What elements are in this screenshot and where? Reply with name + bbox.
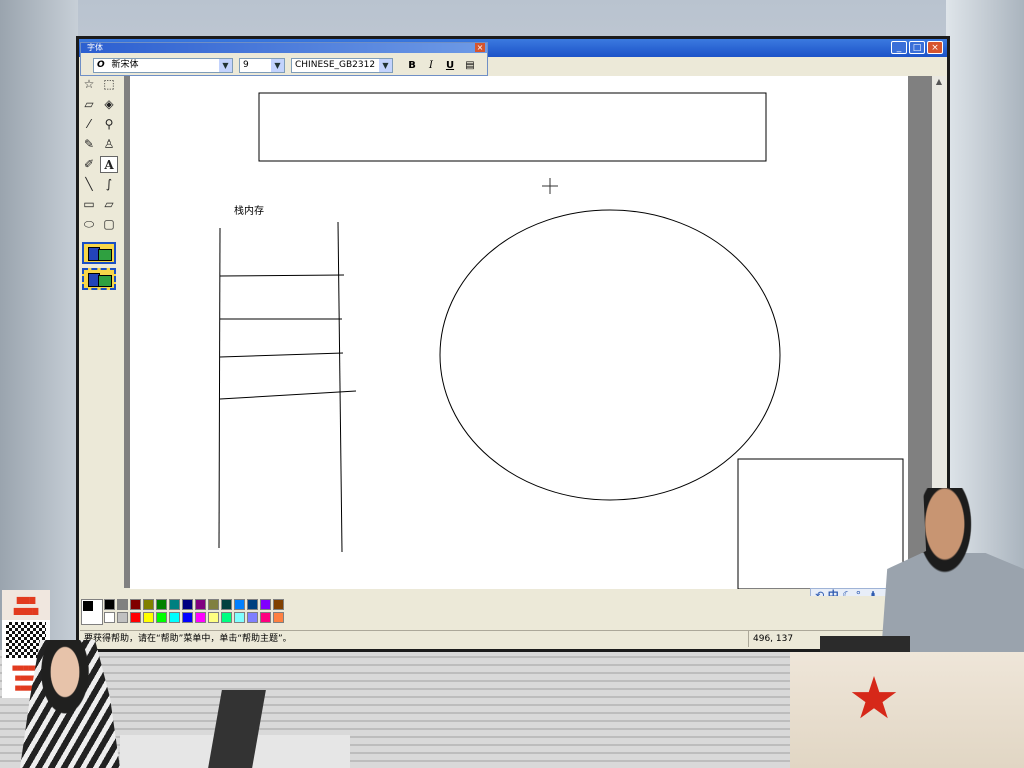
drawn-rectangle-bottom (737, 458, 904, 589)
vertical-text-icon[interactable]: ▤ (463, 59, 477, 72)
option-shape-icon (98, 275, 112, 287)
close-button[interactable]: × (927, 41, 943, 54)
brush-icon[interactable]: ♙ (100, 136, 118, 153)
charset-select[interactable]: CHINESE_GB2312 ▼ (291, 58, 393, 73)
opaque-background-option[interactable] (82, 242, 116, 264)
status-help-text: 要获得帮助，请在“帮助”菜单中，单击“帮助主题”。 (84, 634, 292, 644)
font-toolbar-close-button[interactable]: × (475, 43, 485, 52)
status-bar: 要获得帮助，请在“帮助”菜单中，单击“帮助主题”。 496, 137 (80, 630, 946, 647)
palette-swatch[interactable] (182, 599, 193, 610)
stack-divider (219, 274, 345, 277)
ellipse-icon[interactable]: ⬭ (80, 216, 98, 233)
palette-swatch[interactable] (221, 599, 232, 610)
font-size-value: 9 (243, 60, 249, 70)
palette-swatch[interactable] (130, 612, 141, 623)
foreground-color (83, 601, 93, 611)
palette-swatch[interactable] (260, 599, 271, 610)
palette-swatch[interactable] (104, 612, 115, 623)
chevron-down-icon: ▼ (379, 59, 392, 72)
curve-icon[interactable]: ∫ (100, 176, 118, 193)
palette-swatch[interactable] (273, 612, 284, 623)
rectangle-icon[interactable]: ▭ (80, 196, 98, 213)
drawing-canvas[interactable]: 栈内存 (130, 76, 908, 589)
palette-swatch[interactable] (156, 599, 167, 610)
palette-swatch[interactable] (195, 599, 206, 610)
chevron-down-icon: ▼ (219, 59, 232, 72)
palette-swatch[interactable] (208, 599, 219, 610)
palette-swatch[interactable] (169, 612, 180, 623)
eraser-icon[interactable]: ▱ (80, 96, 98, 113)
palette-swatch[interactable] (208, 612, 219, 623)
bold-button[interactable]: B (405, 59, 419, 72)
pencil-icon[interactable]: ✎ (80, 136, 98, 153)
stack-left-line (218, 227, 221, 549)
minimize-button[interactable]: _ (891, 41, 907, 54)
palette-swatch[interactable] (117, 612, 128, 623)
podium (790, 652, 1024, 768)
font-toolbar: 字体 × O 新宋体 ▼ 9 ▼ CHINESE_GB2312 ▼ B I U … (80, 42, 488, 76)
stack-right-line (337, 221, 343, 553)
underline-button[interactable]: U (443, 59, 457, 72)
palette-swatch[interactable] (234, 599, 245, 610)
rect-select-icon[interactable]: ⬚ (100, 76, 118, 93)
scroll-up-icon[interactable]: ▲ (933, 77, 945, 89)
palette-swatch[interactable] (143, 612, 154, 623)
free-select-icon[interactable]: ☆ (80, 76, 98, 93)
star-emblem-icon: ★ (848, 664, 900, 732)
color-picker-icon[interactable]: ⁄ (80, 116, 98, 133)
crosshair-cursor-icon (542, 178, 558, 194)
font-name-value: 新宋体 (111, 60, 139, 70)
drawn-rectangle-top (258, 92, 767, 162)
toolbox: ☆ ⬚ ▱ ◈ ⁄ ⚲ ✎ ♙ ✐ A ╲ ∫ ▭ ▱ ⬭ ▢ (80, 76, 122, 596)
truetype-icon: O (97, 60, 105, 70)
stack-memory-label: 栈内存 (234, 206, 264, 217)
palette-swatch[interactable] (195, 612, 206, 623)
stack-divider (219, 352, 344, 358)
font-name-select[interactable]: O 新宋体 ▼ (93, 58, 233, 73)
palette-swatch[interactable] (104, 599, 115, 610)
line-icon[interactable]: ╲ (80, 176, 98, 193)
palette-swatch[interactable] (130, 599, 141, 610)
stack-divider (219, 390, 357, 400)
charset-value: CHINESE_GB2312 (295, 60, 376, 70)
italic-button[interactable]: I (424, 59, 438, 72)
polygon-icon[interactable]: ▱ (100, 196, 118, 213)
text-tool-icon[interactable]: A (100, 156, 118, 173)
maximize-button[interactable]: □ (909, 41, 925, 54)
chevron-down-icon: ▼ (271, 59, 284, 72)
airbrush-icon[interactable]: ✐ (80, 156, 98, 173)
canvas-drawing (218, 92, 904, 589)
palette-swatch[interactable] (117, 599, 128, 610)
palette-swatch[interactable] (260, 612, 271, 623)
palette-swatch[interactable] (247, 599, 258, 610)
option-shape-icon (98, 249, 112, 261)
palette-swatch[interactable] (221, 612, 232, 623)
magnifier-icon[interactable]: ⚲ (100, 116, 118, 133)
palette-swatch[interactable] (247, 612, 258, 623)
drawn-ellipse (439, 209, 781, 501)
fill-bucket-icon[interactable]: ◈ (100, 96, 118, 113)
palette-swatch[interactable] (169, 599, 180, 610)
palette-swatch[interactable] (143, 599, 154, 610)
transparent-background-option[interactable] (82, 268, 116, 290)
font-size-select[interactable]: 9 ▼ (239, 58, 285, 73)
palette-swatch[interactable] (234, 612, 245, 623)
rounded-rect-icon[interactable]: ▢ (100, 216, 118, 233)
font-toolbar-title[interactable]: 字体 (81, 43, 487, 53)
palette-swatch[interactable] (156, 612, 167, 623)
logo-header-graphic: ▆▆▆ ▆▆▆▆ (2, 590, 50, 620)
palette-swatch[interactable] (273, 599, 284, 610)
palette-swatch[interactable] (182, 612, 193, 623)
